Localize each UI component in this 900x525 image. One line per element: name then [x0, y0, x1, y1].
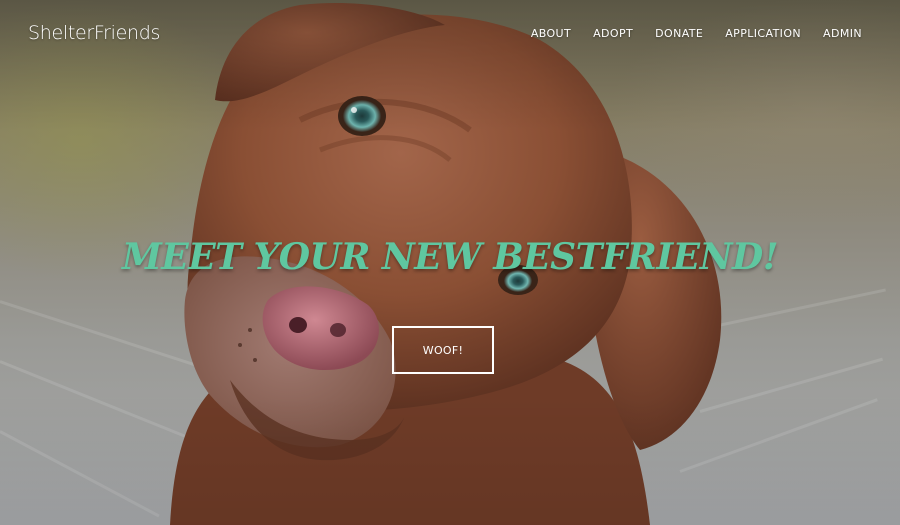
brand-logo[interactable]: ShelterFriends — [28, 22, 160, 44]
nav-item-application[interactable]: APPLICATION — [725, 27, 801, 40]
woof-button[interactable]: WOOF! — [392, 326, 494, 374]
nav-item-donate[interactable]: DONATE — [655, 27, 703, 40]
main-nav: ABOUT ADOPT DONATE APPLICATION ADMIN — [509, 27, 862, 40]
nav-item-adopt[interactable]: ADOPT — [593, 27, 633, 40]
nav-item-admin[interactable]: ADMIN — [823, 27, 862, 40]
nav-item-about[interactable]: ABOUT — [531, 27, 571, 40]
hero-headline: MEET YOUR NEW BESTFRIEND! — [121, 236, 779, 278]
